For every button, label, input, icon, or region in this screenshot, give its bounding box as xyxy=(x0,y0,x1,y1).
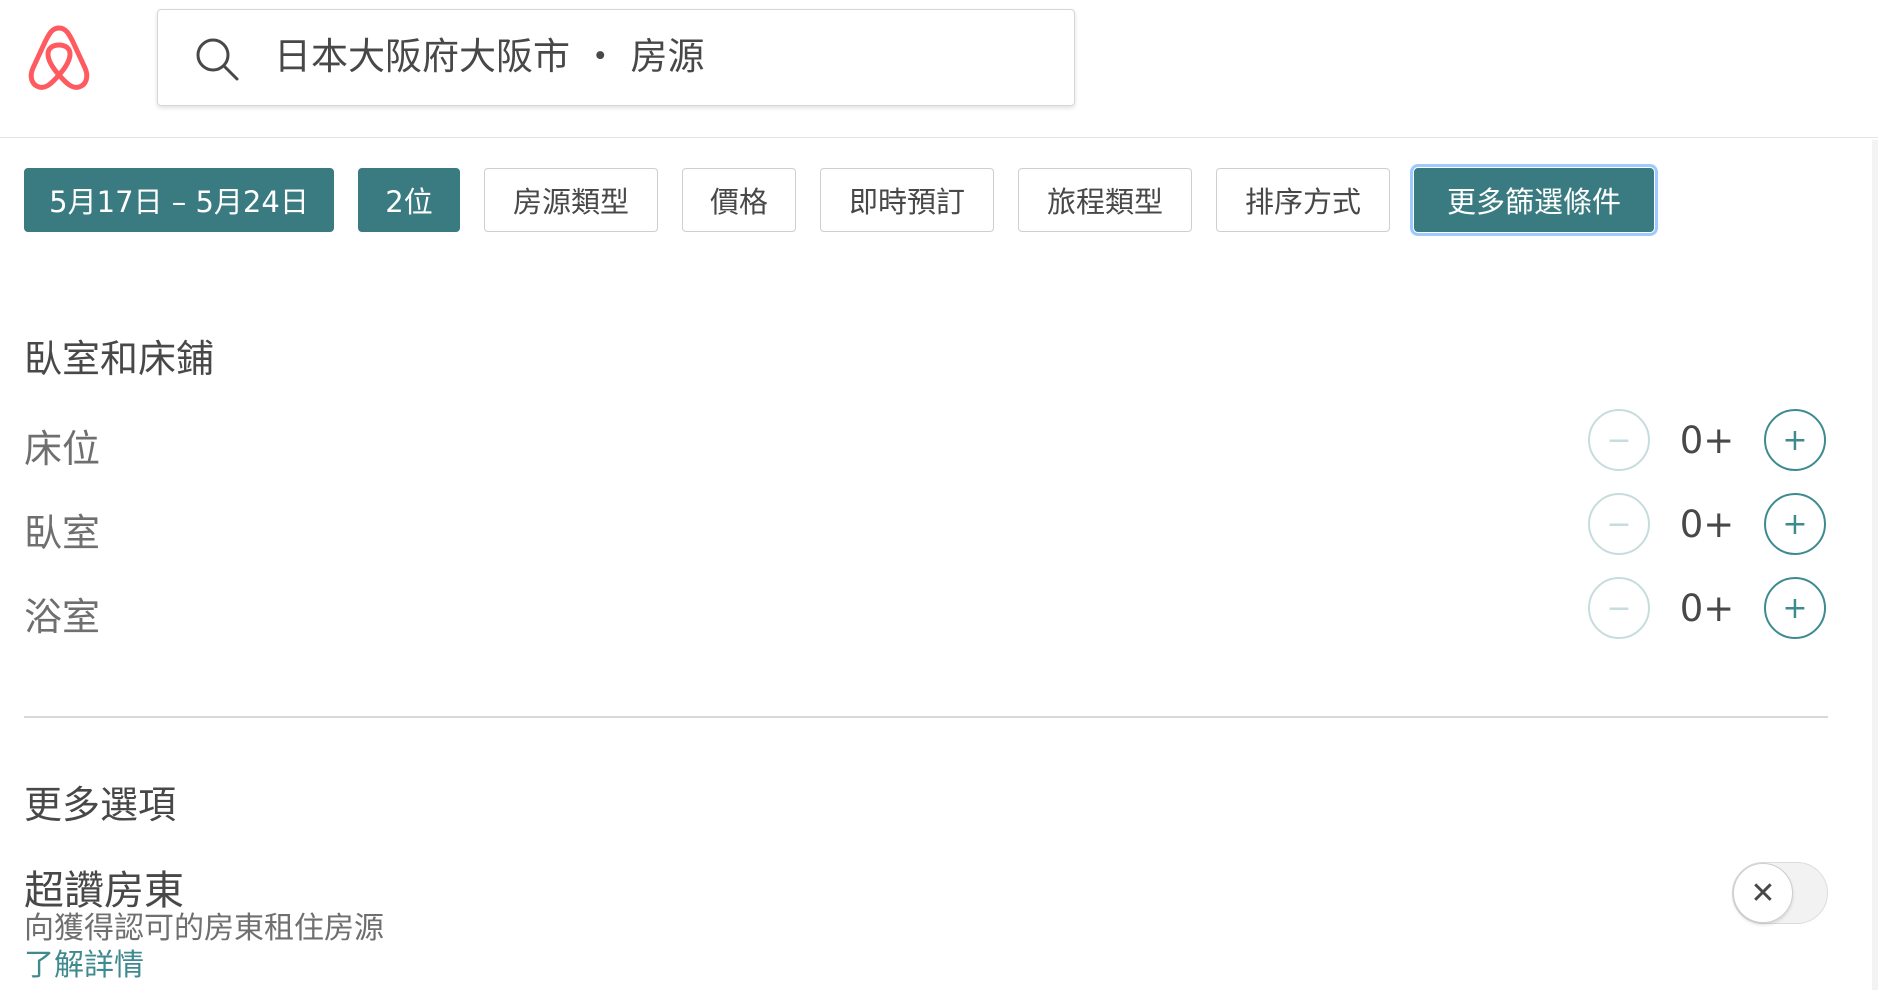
beds-value: 0+ xyxy=(1679,418,1735,462)
bathrooms-value: 0+ xyxy=(1679,586,1735,630)
top-header: 日本大阪府大阪市 ・ 房源 xyxy=(0,0,1878,138)
room-type-filter-button[interactable]: 房源類型 xyxy=(484,168,658,232)
dates-filter-button[interactable]: 5月17日 – 5月24日 xyxy=(24,168,334,232)
bedrooms-increase-button[interactable]: + xyxy=(1764,493,1826,555)
bedrooms-label: 臥室 xyxy=(24,511,101,555)
search-icon xyxy=(194,36,240,82)
more-options-title: 更多選項 xyxy=(24,783,177,827)
guests-filter-button[interactable]: 2位 xyxy=(358,168,460,232)
trip-type-filter-button[interactable]: 旅程類型 xyxy=(1018,168,1192,232)
superhost-toggle[interactable]: ✕ xyxy=(1732,862,1828,924)
filter-bar: 5月17日 – 5月24日 2位 房源類型 價格 即時預訂 旅程類型 排序方式 … xyxy=(24,164,1658,236)
beds-stepper: − 0+ + xyxy=(1588,409,1828,473)
beds-label: 床位 xyxy=(24,427,101,471)
bathrooms-label: 浴室 xyxy=(24,595,101,639)
bedrooms-value: 0+ xyxy=(1679,502,1735,546)
sort-filter-button[interactable]: 排序方式 xyxy=(1216,168,1390,232)
search-bar[interactable]: 日本大阪府大阪市 ・ 房源 xyxy=(157,9,1075,106)
instant-book-filter-button[interactable]: 即時預訂 xyxy=(820,168,994,232)
beds-decrease-button[interactable]: − xyxy=(1588,409,1650,471)
more-filters-button[interactable]: 更多篩選條件 xyxy=(1410,164,1658,236)
learn-more-link[interactable]: 了解詳情 xyxy=(24,940,144,984)
search-input[interactable]: 日本大阪府大阪市 ・ 房源 xyxy=(274,32,705,82)
section-divider xyxy=(24,716,1828,718)
beds-increase-button[interactable]: + xyxy=(1764,409,1826,471)
bathrooms-increase-button[interactable]: + xyxy=(1764,577,1826,639)
rooms-and-beds-title: 臥室和床鋪 xyxy=(24,337,215,381)
bedrooms-decrease-button[interactable]: − xyxy=(1588,493,1650,555)
scrollbar[interactable] xyxy=(1872,140,1878,990)
close-icon: ✕ xyxy=(1733,863,1793,923)
bathrooms-decrease-button[interactable]: − xyxy=(1588,577,1650,639)
price-filter-button[interactable]: 價格 xyxy=(682,168,796,232)
bathrooms-stepper: − 0+ + xyxy=(1588,577,1828,641)
bedrooms-stepper: − 0+ + xyxy=(1588,493,1828,557)
airbnb-logo-icon[interactable] xyxy=(26,22,92,92)
